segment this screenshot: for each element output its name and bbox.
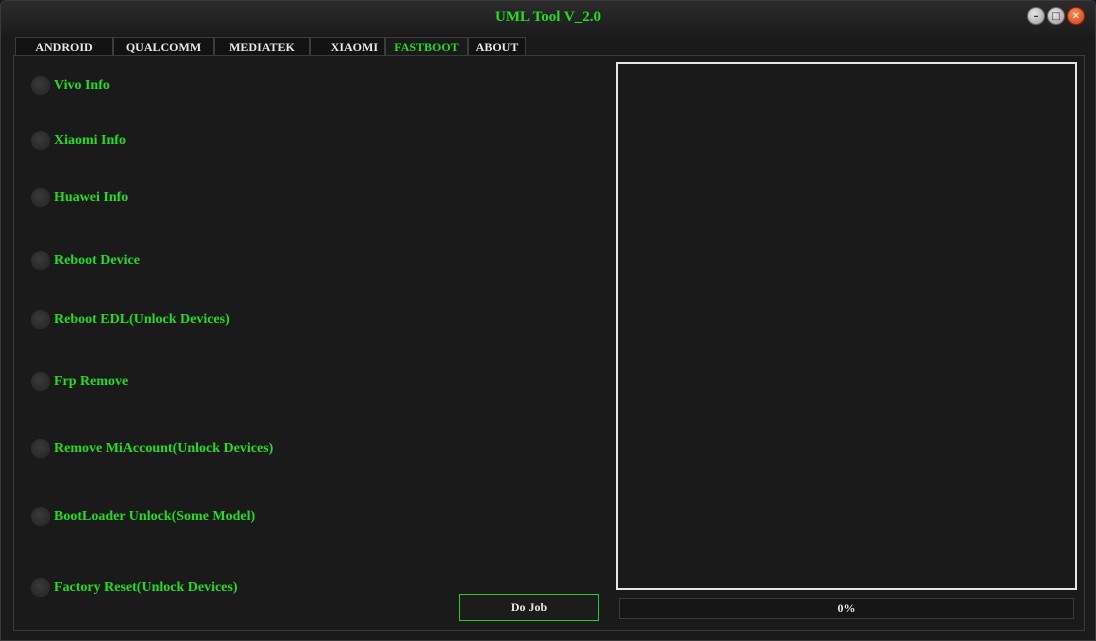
- radio-button[interactable]: [31, 439, 50, 458]
- option-xiaomi-info[interactable]: Xiaomi Info: [31, 131, 126, 150]
- maximize-icon[interactable]: □: [1047, 7, 1065, 25]
- tab-qualcomm[interactable]: QUALCOMM: [113, 37, 214, 56]
- option-label: Xiaomi Info: [54, 132, 126, 148]
- window-controls: – □ ✕: [1027, 7, 1085, 25]
- option-factory-reset[interactable]: Factory Reset(Unlock Devices): [31, 578, 238, 597]
- close-icon[interactable]: ✕: [1067, 7, 1085, 25]
- option-huawei-info[interactable]: Huawei Info: [31, 188, 128, 207]
- option-label: BootLoader Unlock(Some Model): [54, 508, 256, 524]
- progress-bar: 0%: [619, 598, 1074, 619]
- option-label: Remove MiAccount(Unlock Devices): [54, 440, 274, 456]
- radio-button[interactable]: [31, 578, 50, 597]
- option-reboot-edl[interactable]: Reboot EDL(Unlock Devices): [31, 310, 230, 329]
- radio-button[interactable]: [31, 372, 50, 391]
- tab-fastboot[interactable]: FASTBOOT: [385, 37, 468, 56]
- progress-text: 0%: [837, 601, 856, 615]
- radio-button[interactable]: [31, 76, 50, 95]
- option-label: Reboot EDL(Unlock Devices): [54, 311, 230, 327]
- option-label: Frp Remove: [54, 373, 129, 389]
- app-window: UML Tool V_2.0 – □ ✕ ANDROID QUALCOMM ME…: [0, 0, 1096, 641]
- tab-android[interactable]: ANDROID: [15, 37, 113, 56]
- option-label: Factory Reset(Unlock Devices): [54, 579, 238, 595]
- option-reboot-device[interactable]: Reboot Device: [31, 251, 140, 270]
- option-frp-remove[interactable]: Frp Remove: [31, 372, 128, 391]
- window-title: UML Tool V_2.0: [494, 9, 601, 25]
- radio-button[interactable]: [31, 188, 50, 207]
- option-label: Huawei Info: [54, 189, 129, 205]
- option-vivo-info[interactable]: Vivo Info: [31, 76, 110, 95]
- radio-button[interactable]: [31, 310, 50, 329]
- radio-button[interactable]: [31, 507, 50, 526]
- tab-bar: ANDROID QUALCOMM MEDIATEK XIAOMI FASTBOO…: [15, 37, 526, 56]
- option-label: Reboot Device: [54, 252, 140, 268]
- radio-button[interactable]: [31, 131, 50, 150]
- title-bar[interactable]: UML Tool V_2.0 – □ ✕: [1, 1, 1095, 35]
- tab-mediatek[interactable]: MEDIATEK: [214, 37, 310, 56]
- minimize-icon[interactable]: –: [1027, 7, 1045, 25]
- option-remove-miaccount[interactable]: Remove MiAccount(Unlock Devices): [31, 439, 273, 458]
- do-job-button[interactable]: Do Job: [459, 594, 599, 621]
- option-bootloader-unlock[interactable]: BootLoader Unlock(Some Model): [31, 507, 255, 526]
- log-output-box[interactable]: [616, 62, 1077, 590]
- option-label: Vivo Info: [54, 77, 110, 93]
- radio-button[interactable]: [31, 251, 50, 270]
- tab-about[interactable]: ABOUT: [468, 37, 526, 56]
- tab-xiaomi[interactable]: XIAOMI: [310, 37, 385, 56]
